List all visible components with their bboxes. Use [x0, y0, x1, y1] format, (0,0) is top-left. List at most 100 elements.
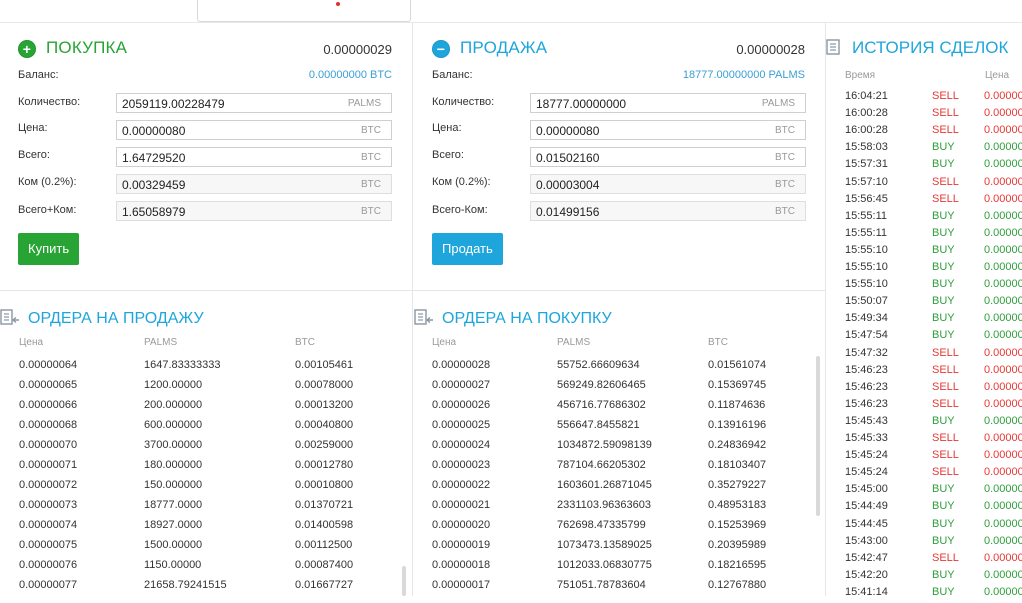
trade-side: BUY — [932, 585, 955, 598]
input-unit: BTC — [775, 125, 795, 136]
trade-side: BUY — [932, 261, 955, 273]
order-palms: 556647.8455821 — [557, 419, 640, 431]
order-row[interactable]: 0.00000017 751051.78783604 0.12767880 — [414, 579, 814, 599]
trade-side: BUY — [932, 278, 955, 291]
order-list-icon — [414, 309, 433, 325]
sell-balance-value[interactable]: 18777.00000000 PALMS — [683, 69, 805, 81]
top-search-field[interactable] — [197, 0, 411, 22]
trade-price: 0.00000 — [984, 107, 1022, 120]
sell-amount-label: Количество: — [432, 96, 495, 108]
buy-button[interactable]: Купить — [18, 233, 80, 265]
order-row[interactable]: 0.00000065 1200.00000 0.00078000 — [0, 379, 400, 399]
order-row[interactable]: 0.00000027 569249.82606465 0.15369745 — [414, 379, 814, 399]
trade-time: 15:55:11 — [845, 226, 888, 239]
order-price: 0.00000064 — [19, 359, 78, 371]
order-row[interactable]: 0.00000064 1647.83333333 0.00105461 — [0, 359, 400, 379]
input-unit: BTC — [361, 206, 381, 217]
trade-row: 15:47:32 SELL 0.00000 — [826, 347, 1022, 364]
trade-time: 15:46:23 — [845, 380, 888, 393]
scrollbar[interactable] — [402, 566, 406, 596]
order-row[interactable]: 0.00000018 1012033.06830775 0.18216595 — [414, 559, 814, 579]
input-value: 0.01499156 — [536, 205, 600, 219]
divider — [412, 22, 413, 596]
order-row[interactable]: 0.00000073 18777.0000 0.01370721 — [0, 499, 400, 519]
order-price: 0.00000026 — [432, 399, 491, 411]
trade-row: 15:45:24 SELL 0.00000 — [826, 466, 1022, 483]
trade-side: SELL — [932, 346, 959, 359]
sell-orders-title-text: ОРДЕРА НА ПРОДАЖУ — [28, 310, 204, 327]
order-price: 0.00000028 — [432, 359, 491, 371]
order-palms: 787104.66205302 — [557, 459, 646, 471]
trade-price: 0.00000 — [984, 397, 1022, 410]
divider — [0, 290, 825, 291]
buy-total-input[interactable]: 1.64729520 BTC — [116, 147, 392, 167]
order-row[interactable]: 0.00000021 2331103.96363603 0.48953183 — [414, 499, 814, 519]
trade-row: 15:44:45 BUY 0.00000 — [826, 518, 1022, 535]
order-row[interactable]: 0.00000019 1073473.13589025 0.20395989 — [414, 539, 814, 559]
order-price: 0.00000077 — [19, 579, 78, 591]
column-header-price: Цена — [432, 337, 457, 348]
order-row[interactable]: 0.00000022 1603601.26871045 0.35279227 — [414, 479, 814, 499]
order-row[interactable]: 0.00000074 18927.0000 0.01400598 — [0, 519, 400, 539]
trade-price: 0.00000 — [984, 261, 1022, 273]
trade-time: 15:45:33 — [845, 432, 888, 444]
trade-price: 0.00000 — [984, 517, 1022, 530]
trade-time: 15:57:10 — [845, 175, 888, 188]
trade-row: 15:45:43 BUY 0.00000 — [826, 415, 1022, 432]
trade-time: 15:44:45 — [845, 517, 888, 530]
trade-row: 15:46:23 SELL 0.00000 — [826, 381, 1022, 398]
trade-price: 0.00000 — [984, 449, 1022, 462]
order-btc: 0.00078000 — [295, 379, 354, 391]
order-row[interactable]: 0.00000026 456716.77686302 0.11874636 — [414, 399, 814, 419]
trade-row: 15:58:03 BUY 0.00000 — [826, 141, 1022, 158]
trade-price: 0.00000 — [984, 585, 1022, 598]
order-palms: 2331103.96363603 — [557, 499, 652, 511]
order-row[interactable]: 0.00000077 21658.79241515 0.01667727 — [0, 579, 400, 599]
order-row[interactable]: 0.00000023 787104.66205302 0.18103407 — [414, 459, 814, 479]
order-row[interactable]: 0.00000070 3700.00000 0.00259000 — [0, 439, 400, 459]
trade-time: 15:56:45 — [845, 192, 888, 205]
trade-price: 0.00000 — [984, 243, 1022, 256]
buy-balance-value[interactable]: 0.00000000 BTC — [309, 69, 392, 81]
order-row[interactable]: 0.00000071 180.000000 0.00012780 — [0, 459, 400, 479]
minus-icon: − — [432, 40, 450, 58]
order-price: 0.00000074 — [19, 519, 78, 531]
order-row[interactable]: 0.00000020 762698.47335799 0.15253969 — [414, 519, 814, 539]
sell-total-fee-label: Всего-Ком: — [432, 204, 488, 216]
trade-row: 15:57:31 BUY 0.00000 — [826, 158, 1022, 175]
trade-side: BUY — [932, 158, 955, 171]
trade-price: 0.00000 — [984, 175, 1022, 188]
order-row[interactable]: 0.00000024 1034872.59098139 0.24836942 — [414, 439, 814, 459]
order-palms: 18927.0000 — [144, 519, 203, 531]
trade-row: 15:42:20 BUY 0.00000 — [826, 569, 1022, 586]
order-price: 0.00000017 — [432, 579, 491, 591]
order-row[interactable]: 0.00000076 1150.00000 0.00087400 — [0, 559, 400, 579]
input-value: 2059119.00228479 — [122, 97, 225, 111]
order-row[interactable]: 0.00000068 600.000000 0.00040800 — [0, 419, 400, 439]
trade-side: SELL — [932, 363, 959, 376]
order-btc: 0.01667727 — [295, 579, 354, 591]
order-list-icon — [0, 309, 19, 325]
order-price: 0.00000020 — [432, 519, 491, 531]
scrollbar[interactable] — [816, 356, 820, 516]
order-row[interactable]: 0.00000075 1500.00000 0.00112500 — [0, 539, 400, 559]
buy-total-fee-field: 1.65058979 BTC — [116, 201, 392, 221]
trade-price: 0.00000 — [984, 568, 1022, 581]
sell-button[interactable]: Продать — [432, 233, 503, 265]
trade-row: 15:55:11 BUY 0.00000 — [826, 227, 1022, 244]
sell-amount-input[interactable]: 18777.00000000 PALMS — [530, 93, 806, 113]
sell-price-input[interactable]: 0.00000080 BTC — [530, 120, 806, 140]
order-row[interactable]: 0.00000066 200.000000 0.00013200 — [0, 399, 400, 419]
sell-total-input[interactable]: 0.01502160 BTC — [530, 147, 806, 167]
order-row[interactable]: 0.00000028 55752.66609634 0.01561074 — [414, 359, 814, 379]
buy-amount-input[interactable]: 2059119.00228479 PALMS — [116, 93, 392, 113]
order-row[interactable]: 0.00000025 556647.8455821 0.13916196 — [414, 419, 814, 439]
trade-side: BUY — [932, 141, 955, 154]
order-row[interactable]: 0.00000072 150.000000 0.00010800 — [0, 479, 400, 499]
trade-row: 15:55:10 BUY 0.00000 — [826, 278, 1022, 295]
order-price: 0.00000070 — [19, 439, 78, 451]
order-palms: 21658.79241515 — [144, 579, 227, 591]
sell-balance-label: Баланс: — [432, 69, 473, 81]
buy-price-input[interactable]: 0.00000080 BTC — [116, 120, 392, 140]
order-palms: 762698.47335799 — [557, 519, 646, 531]
